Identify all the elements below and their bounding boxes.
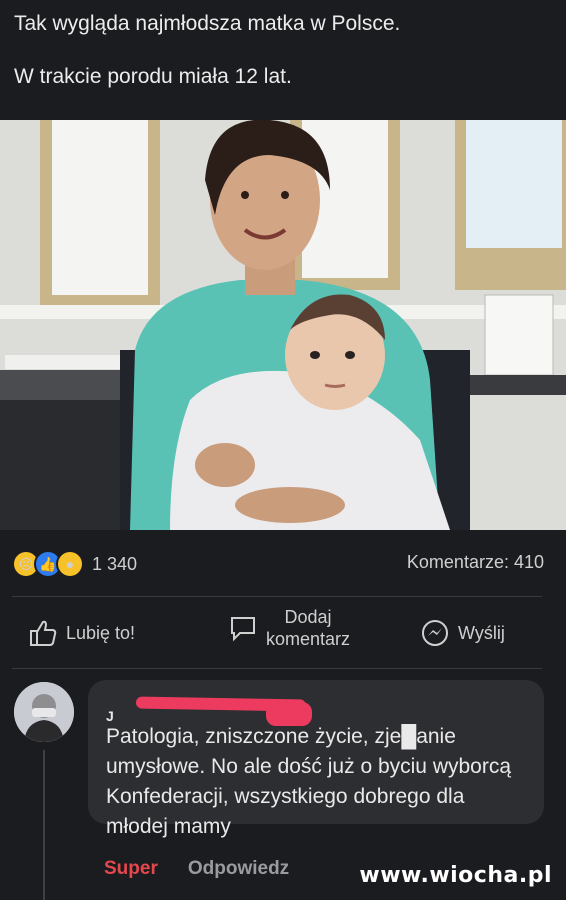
reaction-count: 1 340 [92, 553, 138, 574]
like-button[interactable]: Lubię to! [28, 618, 135, 648]
post-text: Tak wygląda najmłodsza matka w Polsce. W… [14, 10, 554, 90]
comment-text: Patologia, zniszczone życie, zje█anie um… [106, 725, 512, 838]
wow-reaction-icon: ● [56, 550, 84, 578]
like-label: Lubię to! [66, 622, 136, 643]
avatar-illustration [14, 682, 74, 742]
comment-label-top: Dodaj [284, 607, 332, 627]
comment-actions: Super Odpowiedz [104, 858, 289, 880]
reactions-summary[interactable]: ☹ 👍 ● 1 340 [12, 550, 137, 578]
comment-button[interactable]: Dodaj komentarz [228, 606, 350, 650]
post-line-2: W trakcie porodu miała 12 lat. [14, 65, 292, 88]
post-photo[interactable] [0, 120, 566, 530]
comments-count-link[interactable]: Komentarze: 410 [407, 552, 544, 573]
post-line-1: Tak wygląda najmłodsza matka w Polsce. [14, 12, 401, 35]
watermark: www.wiocha.pl [359, 863, 552, 888]
post-stats: ☹ 👍 ● 1 340 Komentarze: 410 [0, 540, 566, 584]
comment-bubble-icon [231, 617, 255, 642]
messenger-icon [422, 620, 448, 646]
reply-button[interactable]: Odpowiedz [188, 858, 289, 880]
super-reaction-button[interactable]: Super [104, 858, 158, 880]
share-label: Wyślij [458, 622, 505, 643]
thumbs-up-icon [30, 620, 57, 646]
divider [12, 596, 542, 597]
photo-illustration [0, 120, 566, 530]
post-actions-bar: Lubię to! Dodaj komentarz Wyślij [0, 600, 566, 660]
share-button[interactable]: Wyślij [420, 618, 505, 648]
comment-author[interactable]: J [106, 690, 312, 726]
thread-line [43, 750, 45, 900]
comment-bubble: J Patologia, zniszczone życie, zje█anie … [88, 680, 544, 838]
divider [12, 668, 542, 669]
avatar[interactable] [14, 682, 74, 742]
comment-label-bottom: komentarz [266, 629, 351, 649]
